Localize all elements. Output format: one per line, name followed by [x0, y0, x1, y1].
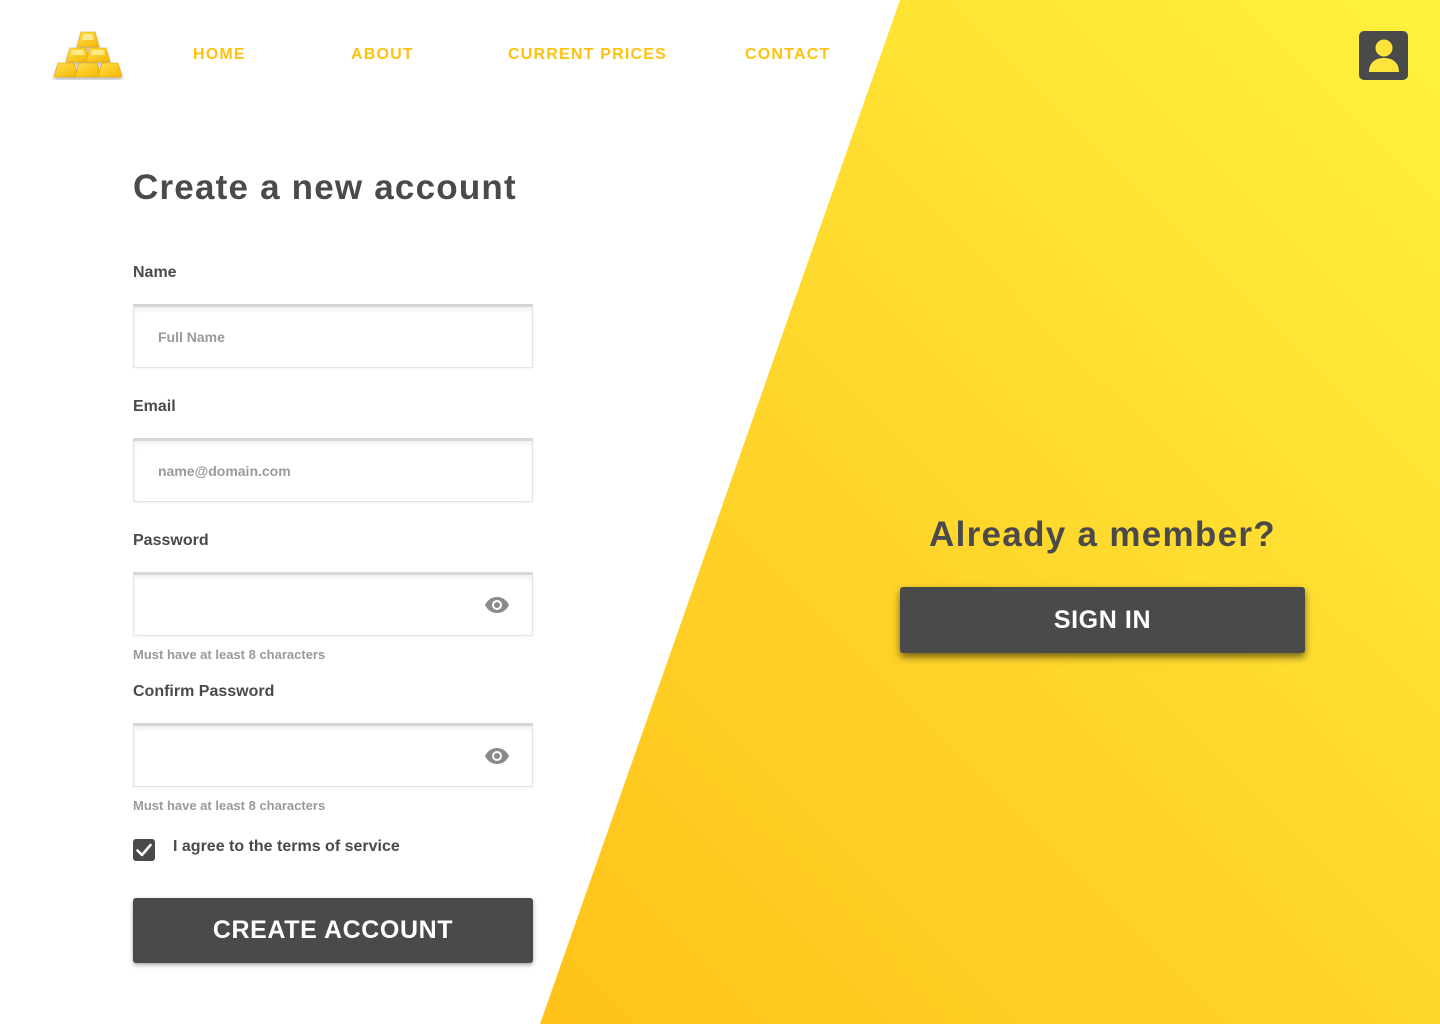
sign-in-button[interactable]: SIGN IN	[900, 587, 1305, 653]
yellow-background-panel	[540, 0, 1440, 1024]
nav-current-prices-link[interactable]: CURRENT PRICES	[508, 45, 667, 65]
password-hint: Must have at least 8 characters	[133, 647, 326, 662]
password-field-box	[133, 572, 533, 636]
confirm-password-input[interactable]	[134, 726, 532, 786]
nav-home-link[interactable]: HOME	[193, 45, 246, 65]
password-input[interactable]	[134, 575, 532, 635]
gold-bars-logo-icon[interactable]	[50, 30, 128, 80]
terms-label[interactable]: I agree to the terms of service	[173, 838, 400, 856]
user-account-icon	[1368, 39, 1399, 72]
email-field-box	[133, 438, 533, 502]
email-label: Email	[133, 398, 176, 415]
page-title: Create a new account	[133, 168, 517, 207]
name-field-box	[133, 304, 533, 368]
terms-checkbox[interactable]	[133, 839, 155, 861]
name-label: Name	[133, 264, 177, 281]
create-account-button[interactable]: CREATE ACCOUNT	[133, 898, 533, 963]
confirm-password-field-box	[133, 723, 533, 787]
checkmark-icon	[136, 843, 152, 857]
nav-contact-link[interactable]: CONTACT	[745, 45, 830, 65]
confirm-password-hint: Must have at least 8 characters	[133, 798, 326, 813]
confirm-password-label: Confirm Password	[133, 683, 275, 700]
eye-icon[interactable]	[484, 747, 510, 765]
account-button[interactable]	[1359, 31, 1408, 80]
nav-about-link[interactable]: ABOUT	[351, 45, 414, 65]
password-label: Password	[133, 532, 209, 549]
name-input[interactable]	[134, 307, 532, 367]
already-member-heading: Already a member?	[929, 515, 1276, 554]
eye-icon[interactable]	[484, 596, 510, 614]
email-input[interactable]	[134, 441, 532, 501]
